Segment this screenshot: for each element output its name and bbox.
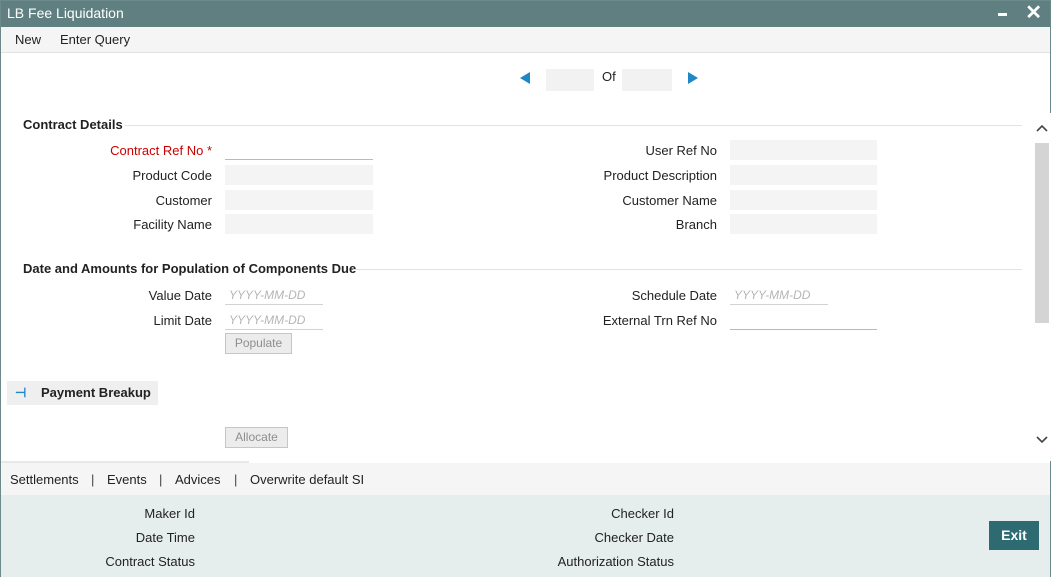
facility-name-field[interactable] — [225, 214, 373, 234]
checker-date-label: Checker Date — [594, 530, 674, 545]
total-records-field[interactable] — [622, 69, 672, 91]
record-pager: Of — [520, 67, 710, 91]
customer-name-field[interactable] — [730, 190, 877, 210]
tab-overwrite-default-si[interactable]: Overwrite default SI — [250, 472, 364, 487]
contract-details-heading: Contract Details — [23, 117, 123, 132]
customer-name-label: Customer Name — [622, 193, 717, 208]
external-trn-ref-no-input[interactable] — [730, 310, 877, 330]
maker-id-label: Maker Id — [144, 506, 195, 521]
audit-footer: Maker Id Date Time Contract Status Check… — [1, 495, 1050, 577]
exit-button[interactable]: Exit — [989, 521, 1039, 550]
next-record-icon[interactable] — [688, 72, 698, 84]
tab-separator: | — [234, 472, 238, 487]
pager-of-label: Of — [602, 69, 616, 84]
contract-ref-no-input[interactable] — [225, 140, 373, 160]
minimize-icon[interactable] — [996, 4, 1010, 22]
limit-date-input[interactable]: YYYY-MM-DD — [225, 310, 323, 330]
product-code-label: Product Code — [132, 168, 213, 183]
date-time-label: Date Time — [135, 530, 195, 545]
required-mark: * — [206, 143, 212, 158]
tab-settlements[interactable]: Settlements — [10, 472, 79, 487]
payment-breakup-tab[interactable]: ⊣ Payment Breakup — [7, 381, 158, 405]
close-icon[interactable]: ✕ — [1025, 2, 1042, 24]
value-date-label: Value Date — [148, 288, 212, 303]
authorization-status-label: Authorization Status — [557, 554, 674, 569]
schedule-date-label: Schedule Date — [631, 288, 717, 303]
menu-new[interactable]: New — [15, 32, 41, 47]
payment-breakup-label: Payment Breakup — [41, 385, 151, 400]
user-ref-no-field[interactable] — [730, 140, 877, 160]
contract-status-label: Contract Status — [105, 554, 195, 569]
value-date-input[interactable]: YYYY-MM-DD — [225, 285, 323, 305]
contract-ref-no-label-text: Contract Ref No — [110, 143, 204, 158]
vertical-scrollbar[interactable] — [1033, 113, 1051, 461]
product-description-label: Product Description — [603, 168, 717, 183]
branch-label: Branch — [675, 217, 717, 232]
product-description-field[interactable] — [730, 165, 877, 185]
tab-events[interactable]: Events — [107, 472, 147, 487]
title-bar: LB Fee Liquidation ✕ — [1, 1, 1050, 27]
contract-ref-no-label: Contract Ref No * — [110, 143, 212, 158]
window-title: LB Fee Liquidation — [7, 5, 124, 21]
section-divider — [353, 269, 1022, 270]
bottom-tabs: Settlements | Events | Advices | Overwri… — [1, 463, 1050, 495]
customer-field[interactable] — [225, 190, 373, 210]
tab-advices[interactable]: Advices — [175, 472, 221, 487]
schedule-date-input[interactable]: YYYY-MM-DD — [730, 285, 828, 305]
facility-name-label: Facility Name — [133, 217, 212, 232]
checker-id-label: Checker Id — [611, 506, 674, 521]
allocate-button[interactable]: Allocate — [225, 427, 288, 448]
dates-amounts-heading: Date and Amounts for Population of Compo… — [23, 261, 357, 276]
scrollbar-thumb[interactable] — [1035, 143, 1049, 323]
menu-enter-query[interactable]: Enter Query — [60, 32, 130, 47]
customer-label: Customer — [155, 193, 212, 208]
populate-button[interactable]: Populate — [225, 333, 292, 354]
current-record-field[interactable] — [546, 69, 594, 91]
branch-field[interactable] — [730, 214, 877, 234]
limit-date-label: Limit Date — [153, 313, 212, 328]
tab-separator: | — [159, 472, 163, 487]
product-code-field[interactable] — [225, 165, 373, 185]
menu-bar: New Enter Query — [1, 27, 1050, 53]
external-trn-ref-no-label: External Trn Ref No — [602, 313, 717, 328]
tab-separator: | — [91, 472, 95, 487]
lb-fee-liquidation-window: LB Fee Liquidation ✕ New Enter Query Of … — [0, 0, 1051, 577]
scroll-up-icon[interactable] — [1036, 123, 1048, 135]
user-ref-no-label: User Ref No — [645, 143, 717, 158]
scroll-down-icon[interactable] — [1036, 433, 1048, 445]
collapse-icon: ⊣ — [15, 385, 27, 400]
section-divider — [125, 125, 1022, 126]
previous-record-icon[interactable] — [520, 72, 530, 84]
